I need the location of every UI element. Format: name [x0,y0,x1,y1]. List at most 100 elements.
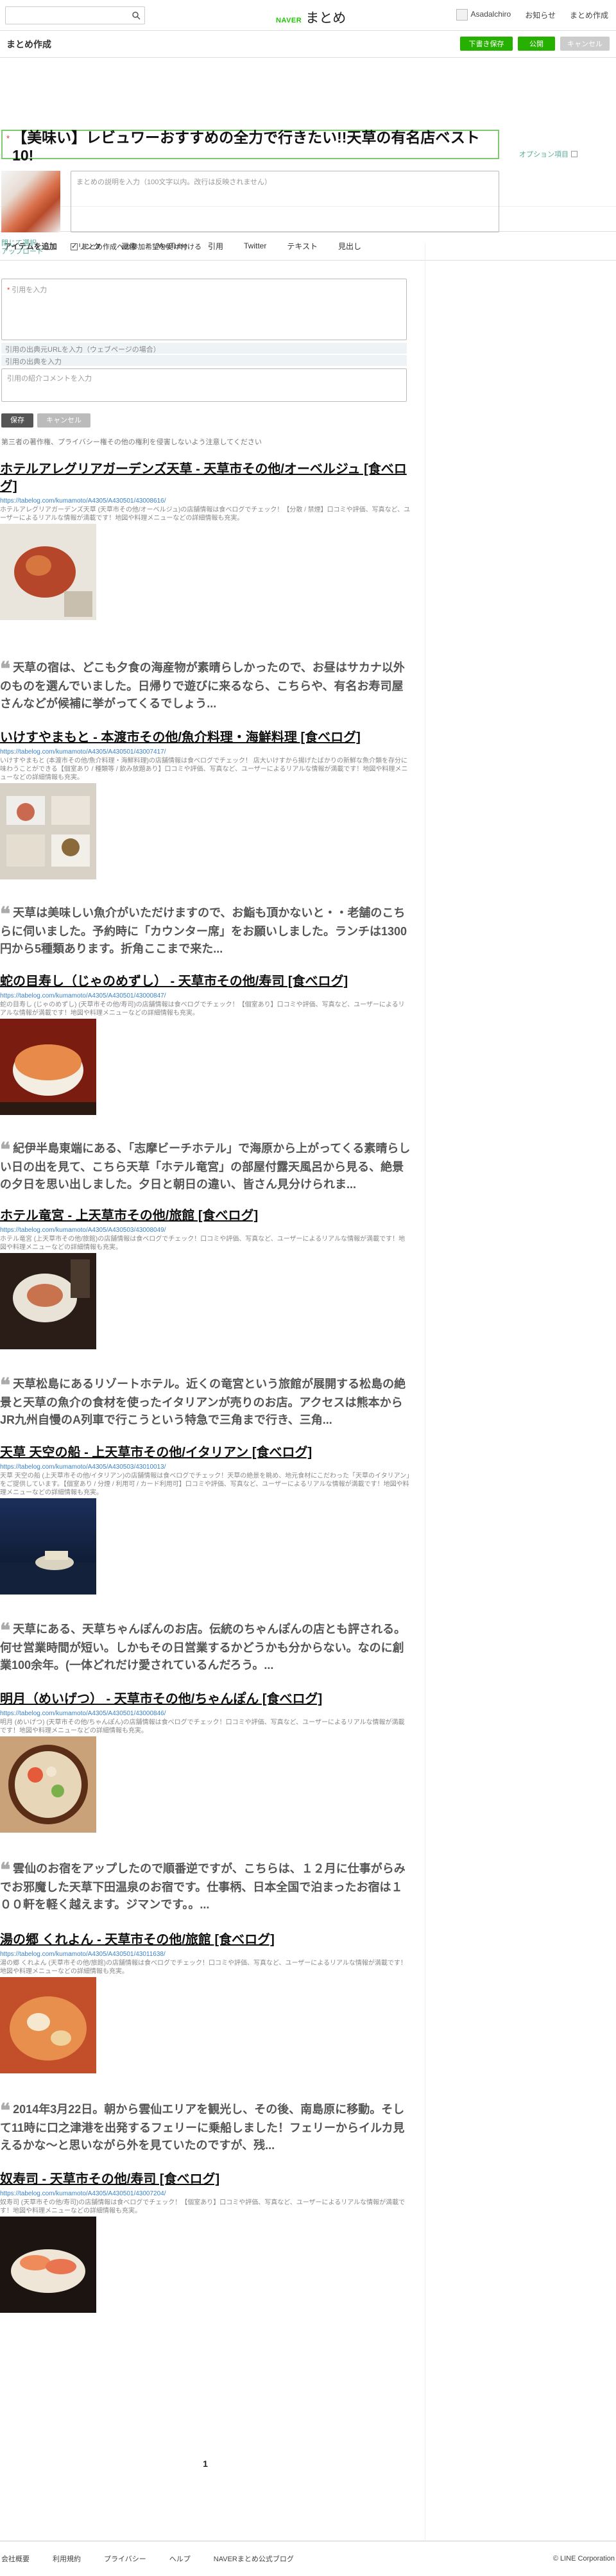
expand-icon [571,151,578,157]
thumbnail-upload-link[interactable]: アップロード [1,248,44,256]
search-icon[interactable] [132,11,141,20]
quote-block: ❝ 天草にある、天草ちゃんぽんのお店。伝統のちゃんぽんの店とも評される。何せ営業時… [0,1621,411,1674]
quote-block: ❝ 天草松島にあるリゾートホテル。近くの竜宮という旅館が展開する松島の絶景と天草の… [0,1376,411,1429]
item-description: 湯の郷 くれよん (天草市その他/旅館)の店舗情報は食べログでチェック！口コミや… [0,1960,407,1975]
source-name-input[interactable]: 引用の出典を入力 [1,355,407,366]
footer-link-terms[interactable]: 利用規約 [53,2554,81,2564]
quote-text: 天草の宿は、どこも夕食の海産物が素晴らしかったので、お昼はサカナ以外のものを選ん… [0,661,405,710]
list-item: 湯の郷 くれよん - 天草市その他/旅館 [食べログ] https://tabe… [0,1932,424,2075]
item-description: 蛇の目寿し (じゃのめずし) (天草市その他/寿司)の店舗情報は食べログでチェッ… [0,1001,405,1017]
quote-icon: ❝ [0,1859,11,1881]
quote-icon: ❝ [0,1139,11,1161]
main-column: * 引用を入力 引用の出典元URLを入力（ウェブページの場合） 引用の出典を入力 … [0,261,424,2315]
quote-text: 天草松島にあるリゾートホテル。近くの竜宮という旅館が展開する松島の絶景と天草の魚… [0,1378,406,1426]
tab-quote[interactable]: 引用 [198,241,234,252]
footer-link-privacy[interactable]: プライバシー [104,2554,146,2564]
comment-placeholder: 引用の紹介コメントを入力 [7,375,92,383]
item-photo[interactable] [0,1253,96,1349]
item-url[interactable]: https://tabelog.com/kumamoto/A4305/A4305… [0,1227,424,1234]
item-url[interactable]: https://tabelog.com/kumamoto/A4305/A4305… [0,1951,424,1958]
list-item: 蛇の目寿し（じゃのめずし） - 天草市その他/寿司 [食べログ] https:/… [0,973,424,1117]
tab-text[interactable]: テキスト [277,241,328,252]
item-photo[interactable] [0,1977,96,2073]
user-name: Asadalchiro [470,10,511,19]
quote-icon: ❝ [0,658,11,680]
footer: 会社概要 利用規約 プライバシー ヘルプ NAVERまとめ公式ブログ © LIN… [0,2541,616,2576]
participation-checkbox[interactable]: まとめ作成への参加希望を受け付ける [71,241,201,252]
item-url[interactable]: https://tabelog.com/kumamoto/A4305/A4305… [0,1710,424,1717]
quote-form: * 引用を入力 引用の出典元URLを入力（ウェブページの場合） 引用の出典を入力 … [0,261,424,447]
item-photo[interactable] [0,2217,96,2313]
thumbnail-image[interactable] [1,171,60,232]
quote-block: ❝ 紀伊半島東端にある、「志摩ビーチホテル」で海原から上がってくる素晴らしい日の出… [0,1140,411,1193]
list-item: 明月（めいげつ） - 天草市その他/ちゃんぽん [食べログ] https://t… [0,1691,424,1835]
global-bar: NAVER まとめ Asadalchiro お知らせ まとめ作成 [0,0,616,31]
form-save-button[interactable]: 保存 [1,413,33,428]
required-mark: * [7,286,10,294]
checkbox-icon[interactable] [71,242,78,250]
logo-naver: NAVER [276,17,302,24]
item-link-title[interactable]: 湯の郷 くれよん - 天草市その他/旅館 [食べログ] [0,1932,411,1949]
create-link[interactable]: まとめ作成 [570,10,608,21]
quote-icon: ❝ [0,1374,11,1397]
option-link-label: オプション項目 [519,151,569,159]
quote-block: ❝ 2014年3月22日。朝から雲仙エリアを観光し、その後、南島原に移動。そして1… [0,2101,411,2154]
comment-textarea[interactable]: 引用の紹介コメントを入力 [1,368,407,402]
item-url[interactable]: https://tabelog.com/kumamoto/A4305/A4305… [0,2190,424,2197]
item-url[interactable]: https://tabelog.com/kumamoto/A4305/A4305… [0,497,424,505]
quote-text: 雲仙のお宿をアップしたので順番逆ですが、こちらは、１２月に仕事がらみでお邪魔した… [0,1862,406,1911]
footer-link-company[interactable]: 会社概要 [1,2554,30,2564]
quote-block: ❝ 天草の宿は、どこも夕食の海産物が素晴らしかったので、お昼はサカナ以外のものを選… [0,659,411,713]
title-text: 【美味い】レビュワーおすすめの全力で行きたい!!天草の有名店ベスト10! [12,128,480,164]
item-photo[interactable] [0,524,96,620]
copyright: © LINE Corporation [552,2555,615,2563]
description-textarea[interactable]: まとめの説明を入力（100文字以内。改行は反映されません） [71,171,499,232]
option-link[interactable]: オプション項目 [519,149,578,159]
footer-link-blog[interactable]: NAVERまとめ公式ブログ [214,2554,294,2564]
publish-button[interactable]: 公開 [518,37,555,51]
item-photo[interactable] [0,1019,96,1115]
source-url-input[interactable]: 引用の出典元URLを入力（ウェブページの場合） [1,343,407,354]
quote-icon: ❝ [0,903,11,926]
editor-title-row: まとめ作成 下書き保存 公開 キャンセル [0,31,616,58]
item-link-title[interactable]: 天草 天空の船 - 上天草市その他/イタリアン [食べログ] [0,1444,411,1462]
quote-text: 2014年3月22日。朝から雲仙エリアを観光し、その後、南島原に移動。そして11… [0,2103,405,2152]
title-input[interactable]: * 【美味い】レビュワーおすすめの全力で行きたい!!天草の有名店ベスト10! [1,129,499,164]
item-description: いけすやまもと (本渡市その他/魚介料理・海鮮料理)の店舗情報は食べログでチェッ… [0,757,408,781]
item-link-title[interactable]: 蛇の目寿し（じゃのめずし） - 天草市その他/寿司 [食べログ] [0,973,411,990]
item-photo[interactable] [0,1736,96,1833]
tab-heading[interactable]: 見出し [328,241,372,252]
required-mark: * [6,134,10,143]
site-logo[interactable]: NAVER まとめ [276,8,346,27]
page-title: まとめ作成 [6,39,51,49]
quote-textarea[interactable]: * 引用を入力 [1,279,407,340]
item-list: ホテルアレグリアガーデンズ天草 - 天草市その他/オーベルジュ [食べログ] h… [0,461,424,2315]
item-url[interactable]: https://tabelog.com/kumamoto/A4305/A4305… [0,748,424,756]
notice-link[interactable]: お知らせ [525,10,556,21]
quote-icon: ❝ [0,1620,11,1642]
footer-link-help[interactable]: ヘルプ [169,2554,191,2564]
item-link-title[interactable]: ホテル竜宮 - 上天草市その他/旅館 [食べログ] [0,1207,411,1225]
global-search-input[interactable] [5,6,145,24]
quote-placeholder: 引用を入力 [12,286,47,294]
item-photo[interactable] [0,1498,96,1595]
pagination-current[interactable]: 1 [0,2459,411,2469]
item-description: ホテルアレグリアガーデンズ天草 (天草市その他/オーベルジュ)の店舗情報は食べロ… [0,506,411,522]
quote-block: ❝ 雲仙のお宿をアップしたので順番逆ですが、こちらは、１２月に仕事がらみでお邪魔し… [0,1860,411,1914]
item-photo[interactable] [0,783,96,879]
item-url[interactable]: https://tabelog.com/kumamoto/A4305/A4305… [0,1464,424,1471]
thumbnail-select-link[interactable]: 閉じて選択 [1,239,44,248]
user-menu[interactable]: Asadalchiro [456,9,511,21]
item-description: 明月 (めいげつ) (天草市その他/ちゃんぽん)の店舗情報は食べログでチェック！… [0,1719,405,1734]
quote-block: ❝ 天草は美味しい魚介がいただけますので、お鮨も頂かないと・・老舗のこちらに伺いま… [0,904,411,958]
quote-text: 紀伊半島東端にある、「志摩ビーチホテル」で海原から上がってくる素晴らしい日の出を… [0,1142,411,1191]
form-cancel-button[interactable]: キャンセル [37,413,90,428]
cancel-button[interactable]: キャンセル [560,37,610,51]
item-link-title[interactable]: 奴寿司 - 天草市その他/寿司 [食べログ] [0,2171,411,2188]
item-link-title[interactable]: いけすやまもと - 本渡市その他/魚介料理・海鮮料理 [食べログ] [0,729,411,747]
item-link-title[interactable]: 明月（めいげつ） - 天草市その他/ちゃんぽん [食べログ] [0,1691,411,1708]
item-link-title[interactable]: ホテルアレグリアガーデンズ天草 - 天草市その他/オーベルジュ [食べログ] [0,461,411,496]
tab-twitter[interactable]: Twitter [234,241,277,250]
item-url[interactable]: https://tabelog.com/kumamoto/A4305/A4305… [0,992,424,999]
save-draft-button[interactable]: 下書き保存 [460,37,513,51]
